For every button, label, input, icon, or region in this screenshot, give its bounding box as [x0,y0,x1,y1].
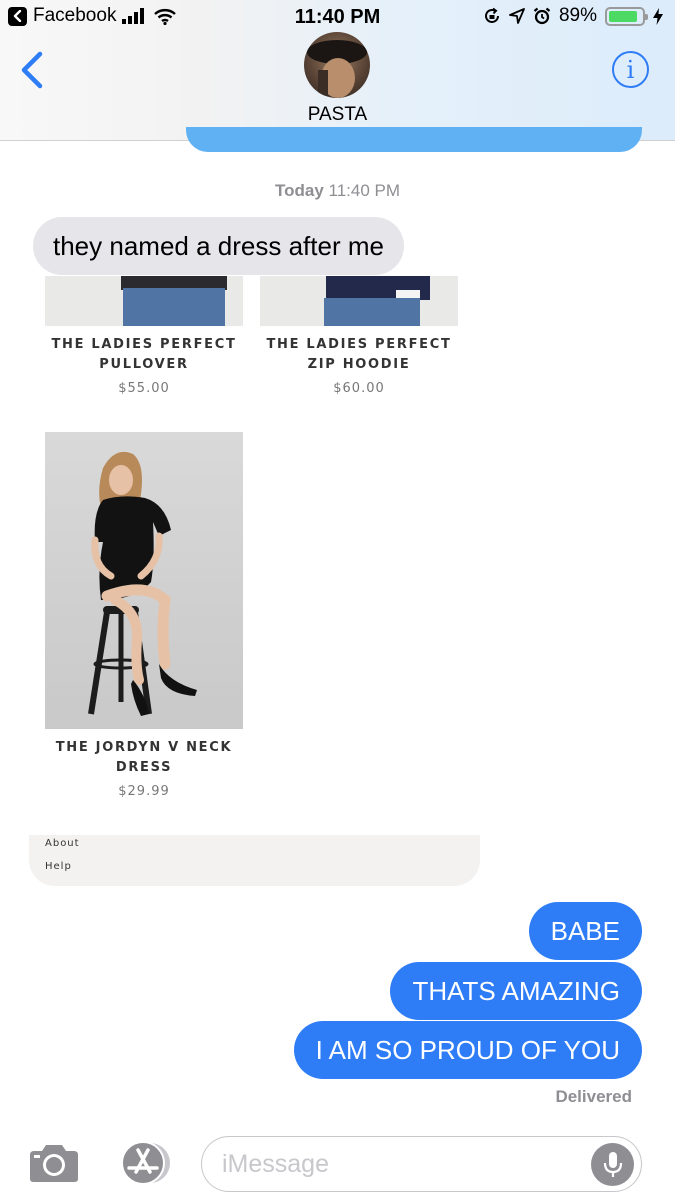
outgoing-message-bubble[interactable]: THATS AMAZING [390,962,642,1020]
shared-screenshot-attachment[interactable]: THE LADIES PERFECT PULLOVER $55.00 THE L… [29,276,480,886]
product-title-line1: THE LADIES PERFECT [266,337,452,352]
status-right: 89% [483,5,663,27]
info-icon[interactable]: i [612,51,649,88]
shop-footer: About Help [29,835,480,886]
product-title-line1: THE JORDYN V NECK [55,740,233,755]
product-price: $29.99 [118,784,170,799]
product-title-line2: PULLOVER [99,357,189,372]
product-zip-hoodie[interactable]: THE LADIES PERFECT ZIP HOODIE $60.00 [260,335,458,396]
avatar-photo [307,40,367,98]
product-title-line2: ZIP HOODIE [307,357,411,372]
microphone-icon[interactable] [591,1143,634,1186]
outgoing-message-bubble[interactable]: I AM SO PROUD OF YOU [293,1021,642,1079]
timestamp-day: Today [274,181,324,200]
message-timestamp: Today 11:40 PM [0,181,675,201]
camera-icon[interactable] [28,1143,80,1183]
app-store-icon[interactable] [114,1140,172,1186]
product-title-line1: THE LADIES PERFECT [51,337,237,352]
message-input[interactable] [201,1136,642,1192]
footer-link-help[interactable]: Help [45,861,72,872]
status-bar: Facebook 11:40 PM 89% [0,0,675,34]
incoming-message-bubble[interactable]: they named a dress after me [33,217,404,275]
back-chevron-icon[interactable] [16,50,48,90]
alarm-clock-icon [533,7,551,25]
battery-level [609,10,638,22]
battery-icon [605,6,648,26]
charging-bolt-icon [653,7,663,25]
contact-avatar[interactable] [304,32,370,98]
dress-model-photo [45,432,243,729]
delivery-status: Delivered [555,1087,632,1106]
previous-message-bubble-edge [186,127,642,152]
outgoing-message-bubble[interactable]: BABE [528,902,642,960]
product-title-line2: DRESS [115,760,173,775]
product-pullover[interactable]: THE LADIES PERFECT PULLOVER $55.00 [45,335,243,396]
product-price: $60.00 [333,381,385,396]
contact-name[interactable]: PASTA [0,104,675,126]
timestamp-time: 11:40 PM [328,181,401,200]
pullover-photo [45,276,243,326]
footer-link-about[interactable]: About [45,838,80,849]
battery-percent: 89% [558,5,597,26]
product-price: $55.00 [118,381,170,396]
rotation-lock-icon [485,7,499,23]
zip-hoodie-photo [260,276,458,326]
location-arrow-icon [509,8,525,24]
product-jordyn-dress[interactable]: THE JORDYN V NECK DRESS $29.99 [45,738,243,799]
